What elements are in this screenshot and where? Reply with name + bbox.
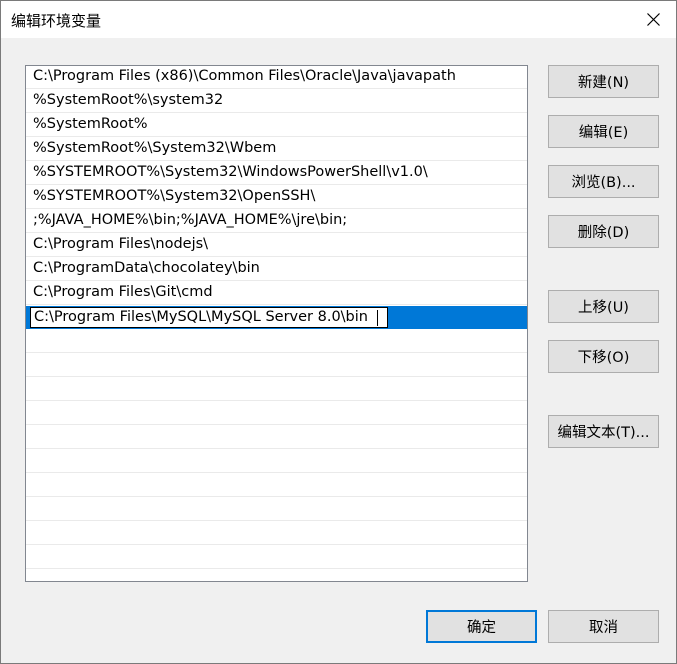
list-item[interactable]: C:\Program Files\nodejs\ [26,234,527,257]
empty-row [26,378,527,401]
move-up-button[interactable]: 上移(U) [548,290,659,323]
path-edit-input[interactable]: C:\Program Files\MySQL\MySQL Server 8.0\… [30,307,388,328]
ok-button[interactable]: 确定 [426,610,537,643]
path-entry: C:\Program Files\nodejs\ [33,236,209,252]
edit-env-var-dialog: 编辑环境变量 C:\Program Files (x86)\Common Fil… [0,0,677,664]
list-item[interactable]: C:\ProgramData\chocolatey\bin [26,258,527,281]
path-entry: %SYSTEMROOT%\System32\OpenSSH\ [33,188,316,204]
list-item[interactable]: ;%JAVA_HOME%\bin;%JAVA_HOME%\jre\bin; [26,210,527,233]
list-item[interactable]: C:\Program Files (x86)\Common Files\Orac… [26,66,527,89]
list-item[interactable]: %SYSTEMROOT%\System32\WindowsPowerShell\… [26,162,527,185]
edit-text-button[interactable]: 编辑文本(T)... [548,415,659,448]
path-entry: C:\ProgramData\chocolatey\bin [33,260,260,276]
path-list[interactable]: C:\Program Files (x86)\Common Files\Orac… [25,65,528,582]
empty-row [26,546,527,569]
path-entry: C:\Program Files (x86)\Common Files\Orac… [33,68,456,84]
list-item[interactable]: %SystemRoot%\System32\Wbem [26,138,527,161]
list-item[interactable]: %SystemRoot% [26,114,527,137]
empty-row [26,522,527,545]
empty-row [26,426,527,449]
path-entry: %SYSTEMROOT%\System32\WindowsPowerShell\… [33,164,428,180]
empty-row [26,498,527,521]
empty-row [26,402,527,425]
new-button[interactable]: 新建(N) [548,65,659,98]
text-caret [377,310,378,326]
delete-button[interactable]: 删除(D) [548,215,659,248]
path-entry: C:\Program Files\Git\cmd [33,284,213,300]
edit-button[interactable]: 编辑(E) [548,115,659,148]
path-entry: %SystemRoot%\System32\Wbem [33,140,277,156]
empty-row [26,330,527,353]
list-item-selected[interactable]: C:\Program Files\MySQL\MySQL Server 8.0\… [26,306,527,329]
close-button[interactable] [630,1,676,38]
list-item[interactable]: %SystemRoot%\system32 [26,90,527,113]
empty-row [26,474,527,497]
list-item[interactable]: %SYSTEMROOT%\System32\OpenSSH\ [26,186,527,209]
title-bar: 编辑环境变量 [1,1,676,38]
empty-row [26,354,527,377]
path-edit-value: C:\Program Files\MySQL\MySQL Server 8.0\… [34,309,368,325]
list-item[interactable]: C:\Program Files\Git\cmd [26,282,527,305]
dialog-title: 编辑环境变量 [11,12,102,30]
close-icon [646,13,660,26]
path-entry: %SystemRoot% [33,116,148,132]
cancel-button[interactable]: 取消 [548,610,659,643]
empty-row [26,450,527,473]
move-down-button[interactable]: 下移(O) [548,340,659,373]
browse-button[interactable]: 浏览(B)... [548,165,659,198]
path-entry: ;%JAVA_HOME%\bin;%JAVA_HOME%\jre\bin; [33,212,348,228]
path-entry: %SystemRoot%\system32 [33,92,224,108]
